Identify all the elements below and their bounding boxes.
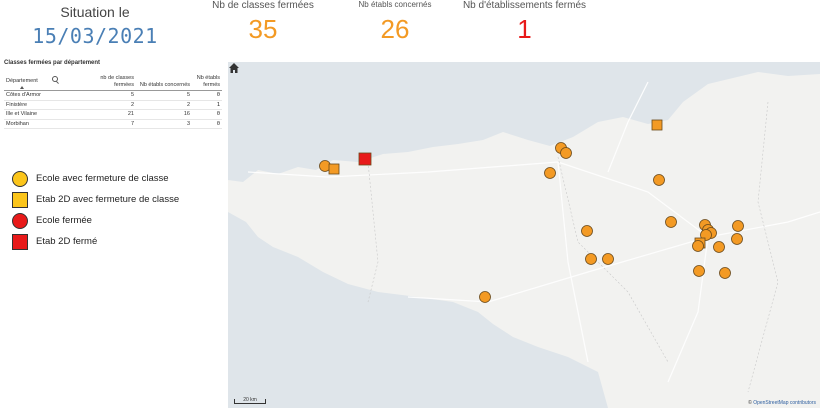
ecole-fermeture-marker[interactable] [692,240,704,252]
sort-ascending-icon[interactable] [20,86,24,89]
etabs-concernes-label: Nb établs concernés [358,0,432,9]
attribution-prefix: © [748,400,752,406]
sea-area [228,212,608,408]
etab-fermeture-marker[interactable] [328,163,340,175]
orange-circle-icon [12,170,28,187]
cell-departement: Ille et Vilaine [4,109,80,120]
ecole-fermeture-marker[interactable] [560,147,572,159]
map-canvas[interactable] [228,62,820,408]
column-header-classes[interactable]: nb de classes fermées [80,74,136,91]
etab-ferme-marker[interactable] [358,152,372,166]
etablissements-fermes-value: 1 [517,14,532,44]
legend-label: Etab 2D avec fermeture de classe [36,194,180,205]
etablissements-fermes-label: Nb d'établissements fermés [462,0,587,11]
legend-label: Etab 2D fermé [36,236,98,247]
column-header-departement[interactable]: Département [4,74,80,91]
table-row[interactable]: Ille et Vilaine 21 16 0 [4,109,222,120]
kpi-classes-fermees: Nb de classes fermées 35 [204,0,322,45]
cell-etabs-fermes: 0 [192,109,222,120]
cell-etabs-fermes: 0 [192,119,222,129]
etab-fermeture-marker[interactable] [651,119,663,131]
situation-date: 15/03/2021 [32,24,158,48]
sea-area [228,62,820,182]
cell-classes: 7 [80,119,136,129]
departement-table: Département nb de classes fermées Nb éta… [4,74,222,129]
classes-fermees-value: 35 [248,14,278,44]
table-title: Classes fermées par département [4,60,101,66]
departement-table-panel: Classes fermées par département Départem… [4,60,222,129]
ecole-fermeture-marker[interactable] [693,265,705,277]
ecole-fermeture-marker[interactable] [713,241,725,253]
cell-etabs-concernes: 3 [136,119,192,129]
attribution-link[interactable]: OpenStreetMap contributors [753,400,816,406]
situation-label: Situation le [60,4,130,20]
legend-item-ecole-fermeture: Ecole avec fermeture de classe [12,168,179,189]
classes-fermees-label: Nb de classes fermées [212,0,314,11]
cell-departement: Côtes d'Armor [4,90,80,101]
kpi-etabs-concernes: Nb établs concernés 26 [350,0,440,45]
ecole-fermeture-marker[interactable] [479,291,491,303]
ecole-fermeture-marker[interactable] [653,174,665,186]
cell-departement: Finistère [4,100,80,110]
ecole-fermeture-marker[interactable] [585,253,597,265]
cell-etabs-concernes: 5 [136,90,192,101]
legend-item-ecole-fermee: Ecole fermée [12,210,179,231]
orange-square-icon [12,191,28,208]
brittany-map[interactable]: 20 km © OpenStreetMap contributors [228,62,820,408]
column-header-etabs-fermes[interactable]: Nb établs fermés [192,74,222,91]
legend-label: Ecole avec fermeture de classe [36,173,169,184]
home-icon[interactable] [228,62,240,74]
ecole-fermeture-marker[interactable] [544,167,556,179]
cell-classes: 21 [80,109,136,120]
red-square-icon [12,233,28,250]
cell-classes: 2 [80,100,136,110]
table-header-row: Département nb de classes fermées Nb éta… [4,74,222,91]
ecole-fermeture-marker[interactable] [602,253,614,265]
legend-label: Ecole fermée [36,215,92,226]
ecole-fermeture-marker[interactable] [719,267,731,279]
legend-item-etab-fermeture: Etab 2D avec fermeture de classe [12,189,179,210]
cell-departement: Morbihan [4,119,80,129]
legend-item-etab-ferme: Etab 2D fermé [12,231,179,252]
ecole-fermeture-marker[interactable] [581,225,593,237]
table-row[interactable]: Finistère 2 2 1 [4,100,222,110]
kpi-etablissements-fermes: Nb d'établissements fermés 1 [452,0,597,45]
cell-etabs-concernes: 2 [136,100,192,110]
cell-etabs-concernes: 16 [136,109,192,120]
kpi-situation: Situation le 15/03/2021 [20,4,170,48]
cell-etabs-fermes: 1 [192,100,222,110]
table-row[interactable]: Morbihan 7 3 0 [4,119,222,129]
ecole-fermeture-marker[interactable] [731,233,743,245]
map-legend: Ecole avec fermeture de classe Etab 2D a… [12,168,179,252]
red-circle-icon [12,212,28,229]
table-row[interactable]: Côtes d'Armor 5 5 0 [4,90,222,101]
ecole-fermeture-marker[interactable] [732,220,744,232]
cell-classes: 5 [80,90,136,101]
cell-etabs-fermes: 0 [192,90,222,101]
scale-bar: 20 km [234,398,266,404]
etabs-concernes-value: 26 [380,14,410,44]
ecole-fermeture-marker[interactable] [665,216,677,228]
column-header-etabs-concernes[interactable]: Nb établs concernés [136,74,192,91]
map-attribution[interactable]: © OpenStreetMap contributors [748,400,816,406]
search-icon[interactable] [51,76,58,82]
column-header-label: Département [6,78,38,84]
